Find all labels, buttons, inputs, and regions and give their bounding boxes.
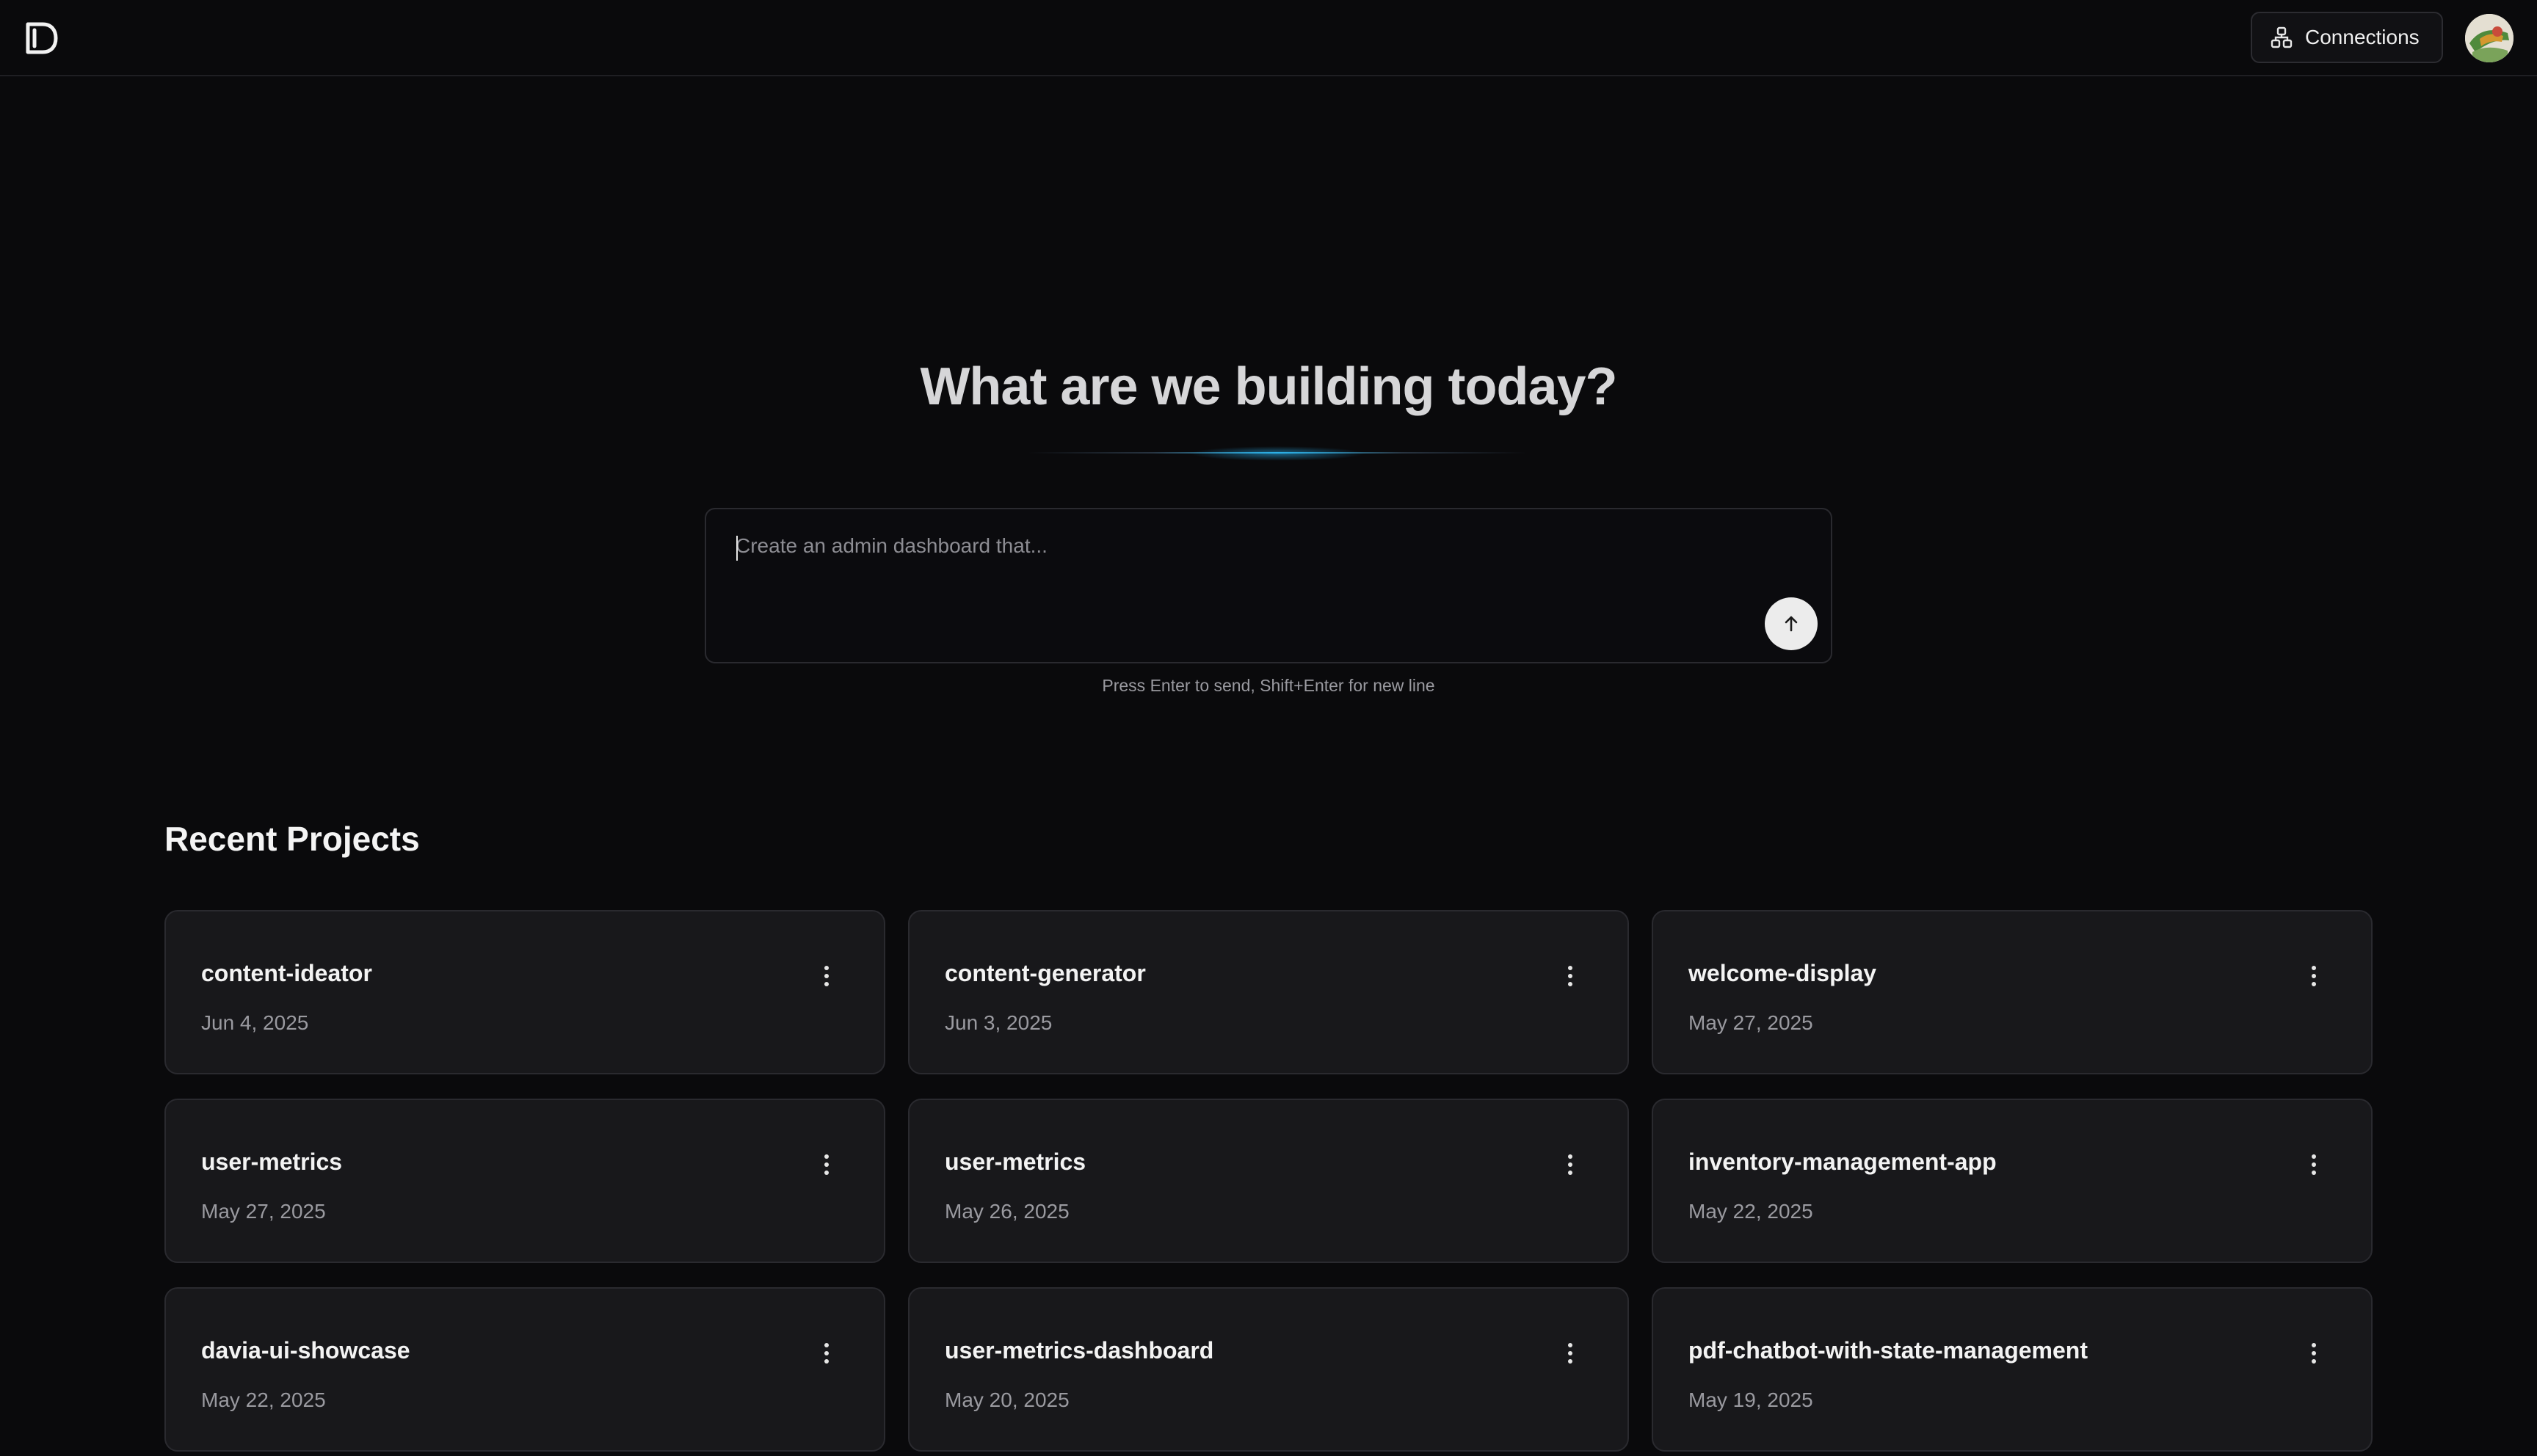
project-name: user-metrics: [201, 1149, 343, 1175]
project-card[interactable]: content-generator Jun 3, 2025: [908, 910, 1629, 1074]
connections-label: Connections: [2305, 26, 2420, 48]
more-vertical-icon[interactable]: [813, 1147, 840, 1182]
project-date: May 22, 2025: [201, 1388, 326, 1411]
project-name: content-ideator: [201, 960, 372, 986]
davia-logo-icon[interactable]: [23, 20, 59, 57]
text-caret: [736, 536, 738, 561]
more-vertical-icon[interactable]: [813, 958, 840, 994]
project-date: May 22, 2025: [1688, 1200, 1813, 1223]
send-button[interactable]: [1765, 597, 1818, 650]
project-name: welcome-display: [1688, 960, 1877, 986]
input-hint: Press Enter to send, Shift+Enter for new…: [1102, 676, 1435, 695]
project-card[interactable]: inventory-management-app May 22, 2025: [1652, 1099, 2373, 1263]
project-date: May 27, 2025: [201, 1200, 326, 1223]
project-card[interactable]: user-metrics-dashboard May 20, 2025: [908, 1287, 1629, 1452]
project-date: Jun 3, 2025: [945, 1011, 1053, 1034]
project-card[interactable]: user-metrics May 26, 2025: [908, 1099, 1629, 1263]
more-vertical-icon[interactable]: [2301, 958, 2327, 994]
arrow-up-icon: [1785, 616, 1798, 632]
more-vertical-icon[interactable]: [1557, 1147, 1583, 1182]
more-vertical-icon[interactable]: [813, 1336, 840, 1371]
project-name: user-metrics: [945, 1149, 1086, 1175]
project-name: pdf-chatbot-with-state-management: [1688, 1337, 2088, 1364]
project-card[interactable]: pdf-chatbot-with-state-management May 19…: [1652, 1287, 2373, 1452]
project-card[interactable]: welcome-display May 27, 2025: [1652, 910, 2373, 1074]
more-vertical-icon[interactable]: [2301, 1336, 2327, 1371]
projects-grid: content-ideator Jun 4, 2025 content-gene…: [164, 910, 2373, 1452]
project-card[interactable]: content-ideator Jun 4, 2025: [164, 910, 885, 1074]
project-date: May 27, 2025: [1688, 1011, 1813, 1034]
page-title: What are we building today?: [920, 357, 1617, 416]
title-accent-glow: [1028, 446, 1527, 461]
project-card[interactable]: davia-ui-showcase May 22, 2025: [164, 1287, 885, 1452]
user-avatar[interactable]: [2465, 14, 2514, 62]
more-vertical-icon[interactable]: [1557, 1336, 1583, 1371]
project-date: Jun 4, 2025: [201, 1011, 309, 1034]
recent-projects-title: Recent Projects: [164, 820, 420, 858]
more-vertical-icon[interactable]: [2301, 1147, 2327, 1182]
project-name: user-metrics-dashboard: [945, 1337, 1214, 1364]
network-icon: [2270, 26, 2293, 49]
project-name: inventory-management-app: [1688, 1149, 1997, 1175]
project-date: May 26, 2025: [945, 1200, 1070, 1223]
prompt-box: [705, 508, 1832, 663]
project-date: May 19, 2025: [1688, 1388, 1813, 1411]
connections-button[interactable]: Connections: [2251, 12, 2443, 63]
project-name: davia-ui-showcase: [201, 1337, 410, 1364]
prompt-input[interactable]: [736, 534, 1749, 637]
top-bar: Connections: [0, 0, 2537, 76]
project-card[interactable]: user-metrics May 27, 2025: [164, 1099, 885, 1263]
project-date: May 20, 2025: [945, 1388, 1070, 1411]
more-vertical-icon[interactable]: [1557, 958, 1583, 994]
project-name: content-generator: [945, 960, 1146, 986]
